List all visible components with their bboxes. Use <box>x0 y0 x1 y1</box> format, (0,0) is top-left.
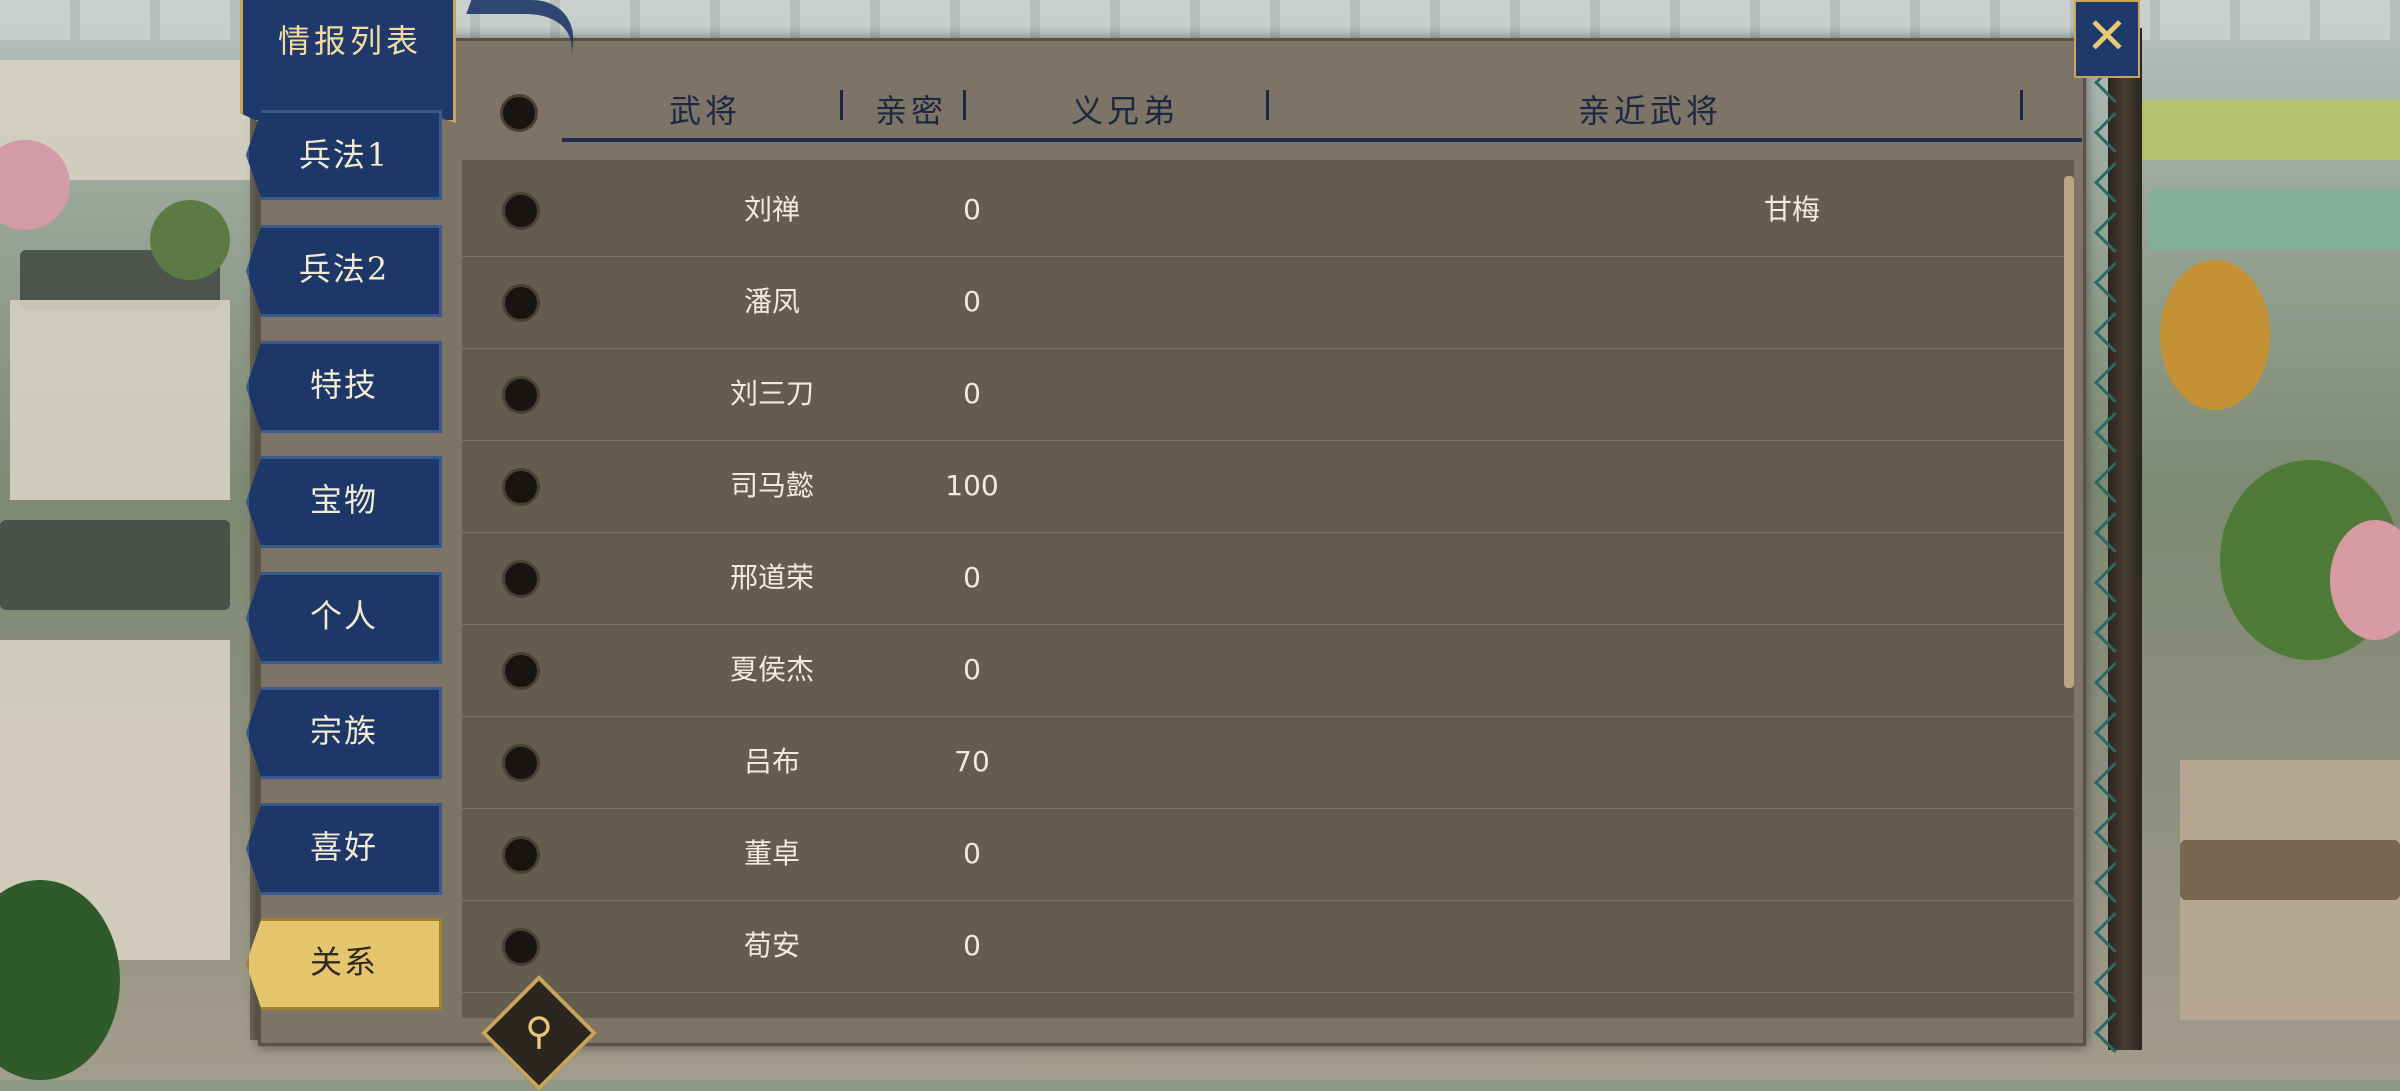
column-header-sworn-brothers[interactable]: 义兄弟 <box>1010 86 1240 132</box>
tab-hobby[interactable]: 喜好 <box>246 803 442 895</box>
tab-label: 兵法1 <box>298 136 390 174</box>
table-row[interactable]: 司马懿 100 <box>462 440 2074 533</box>
tab-label: 兵法2 <box>298 250 390 288</box>
tab-personal[interactable]: 个人 <box>246 572 442 664</box>
close-x-icon: ✕ <box>2086 7 2128 65</box>
tab-clan[interactable]: 宗族 <box>246 687 442 779</box>
tab-label: 喜好 <box>309 828 378 866</box>
row-select-toggle[interactable] <box>502 376 540 414</box>
general-name: 司马懿 <box>729 469 814 502</box>
intimacy-value: 0 <box>963 377 981 410</box>
tab-skills[interactable]: 特技 <box>246 341 442 433</box>
table-row[interactable]: 夏侯杰 0 <box>462 624 2074 717</box>
row-select-toggle[interactable] <box>502 468 540 506</box>
select-all-toggle[interactable] <box>500 94 538 132</box>
panel-title: 情报列表 <box>277 22 422 60</box>
table-row[interactable]: 吕布 70 <box>462 716 2074 809</box>
column-divider <box>963 90 966 120</box>
intimacy-value: 70 <box>954 745 990 778</box>
general-name: 夏侯杰 <box>729 653 814 686</box>
tab-label: 特技 <box>309 366 378 404</box>
tab-label: 关系 <box>309 943 378 981</box>
intimacy-value: 0 <box>963 929 981 962</box>
tab-relations[interactable]: 关系 <box>246 918 442 1010</box>
intimacy-value: 100 <box>945 469 999 502</box>
table-row[interactable]: 潘凤 0 <box>462 256 2074 349</box>
row-select-toggle[interactable] <box>502 744 540 782</box>
column-divider <box>1266 90 1269 120</box>
close-button[interactable]: ✕ <box>2074 0 2140 78</box>
intimacy-value: 0 <box>963 193 981 226</box>
table-row[interactable]: 刘禅 0 甘梅 <box>462 164 2074 257</box>
header-underline <box>562 138 2082 142</box>
column-header-close-generals[interactable]: 亲近武将 <box>1450 86 1850 132</box>
intimacy-value: 0 <box>963 837 981 870</box>
general-name: 董卓 <box>743 837 800 870</box>
row-select-toggle[interactable] <box>502 652 540 690</box>
table-row[interactable]: 刘三刀 0 <box>462 348 2074 441</box>
magnifier-icon: ⚲ <box>525 1009 553 1053</box>
intimacy-value: 0 <box>963 653 981 686</box>
general-name: 荀安 <box>743 929 800 962</box>
column-divider <box>2020 90 2023 120</box>
row-select-toggle[interactable] <box>502 192 540 230</box>
row-select-toggle[interactable] <box>502 284 540 322</box>
intimacy-value: 0 <box>963 285 981 318</box>
row-select-toggle[interactable] <box>502 836 540 874</box>
tab-label: 宝物 <box>309 481 378 519</box>
close-generals-value: 甘梅 <box>1763 193 1820 226</box>
row-select-toggle[interactable] <box>502 560 540 598</box>
tab-art-of-war-2[interactable]: 兵法2 <box>246 225 442 317</box>
tab-art-of-war-1[interactable]: 兵法1 <box>246 110 442 200</box>
column-header-general[interactable]: 武将 <box>605 86 805 132</box>
table-row[interactable]: 董卓 0 <box>462 808 2074 901</box>
column-divider <box>840 90 843 120</box>
general-name: 潘凤 <box>743 285 800 318</box>
general-name: 吕布 <box>743 745 800 778</box>
tab-label: 个人 <box>309 597 378 635</box>
row-select-toggle[interactable] <box>502 928 540 966</box>
general-name: 刘禅 <box>743 193 800 226</box>
tab-treasure[interactable]: 宝物 <box>246 456 442 548</box>
table-row[interactable]: 邢道荣 0 <box>462 532 2074 625</box>
general-name: 邢道荣 <box>729 561 814 594</box>
column-header-intimacy[interactable]: 亲密 <box>846 86 976 132</box>
tab-label: 宗族 <box>309 712 378 750</box>
table-scrollbar[interactable] <box>2064 176 2074 688</box>
intimacy-value: 0 <box>963 561 981 594</box>
table-row[interactable]: 荀安 0 <box>462 900 2074 993</box>
general-name: 刘三刀 <box>729 377 814 410</box>
